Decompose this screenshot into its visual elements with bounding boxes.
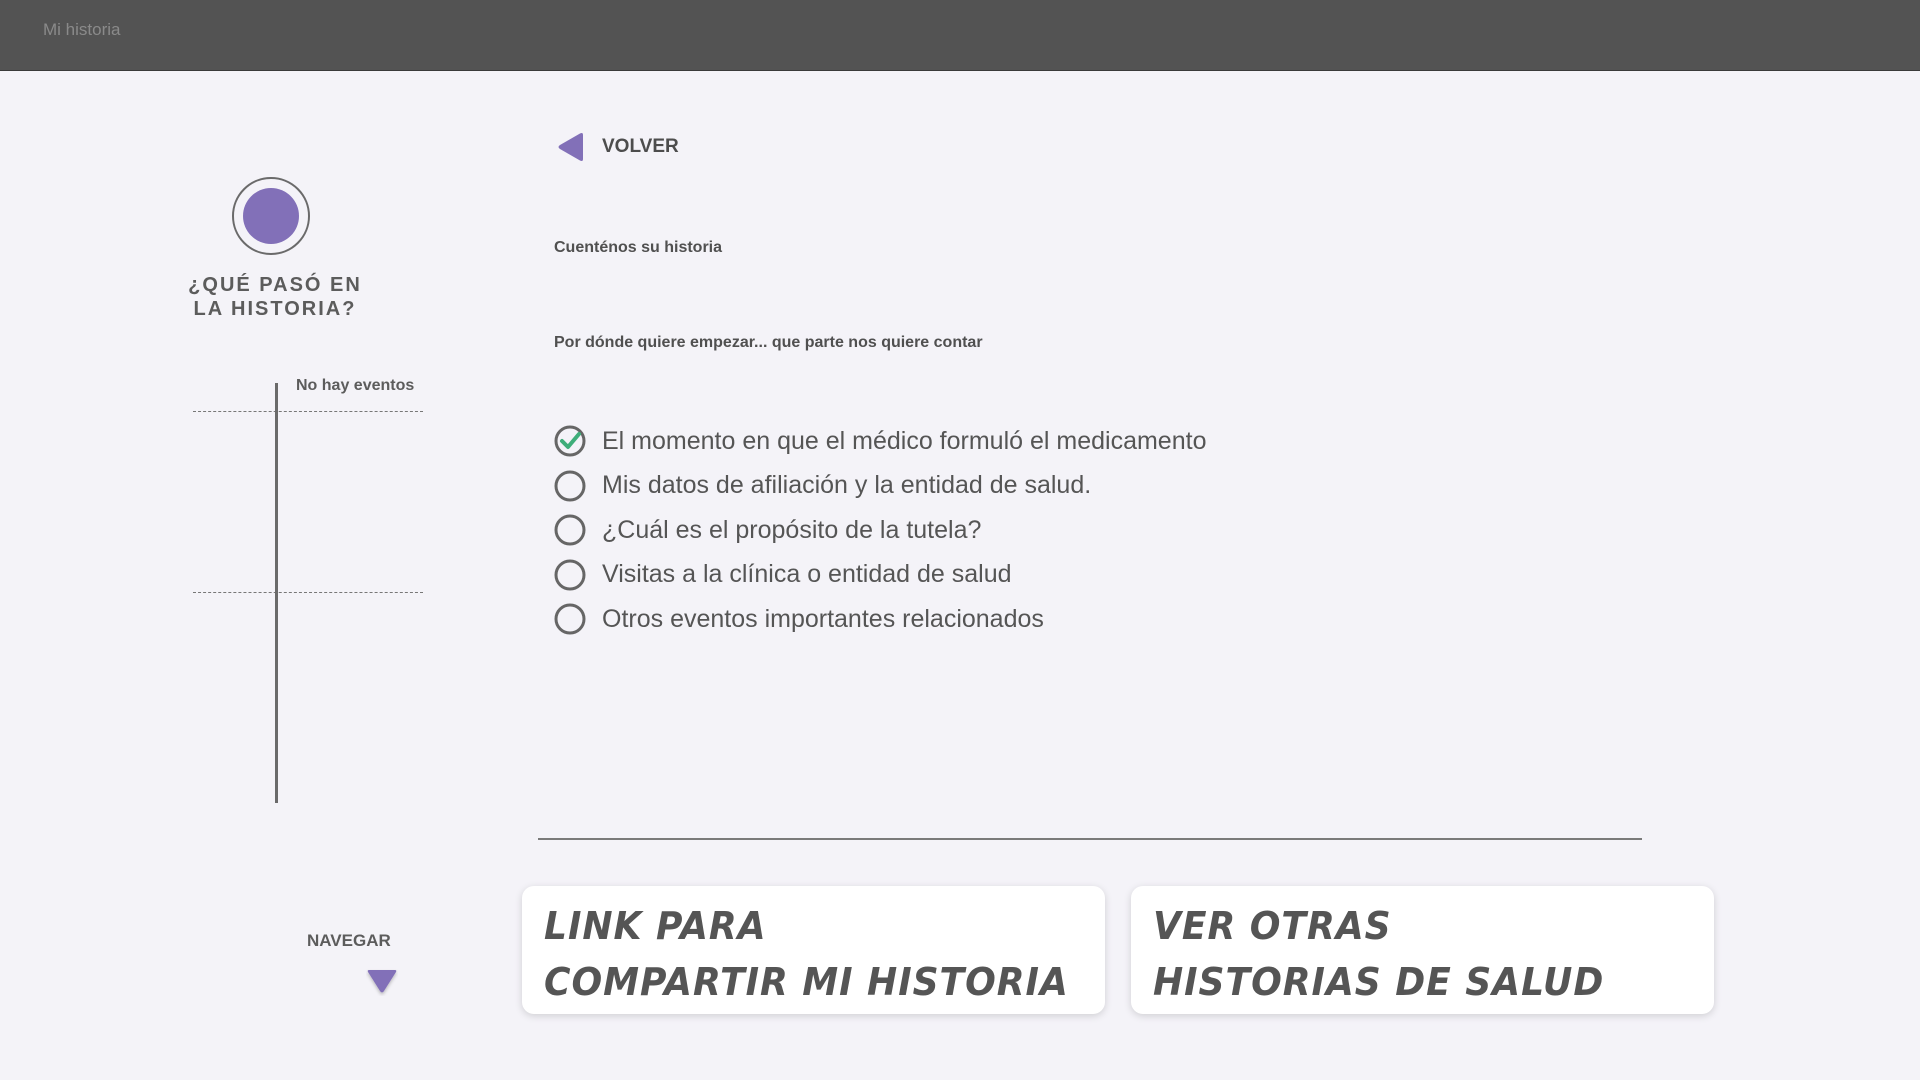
app-title: Mi historia — [43, 20, 121, 39]
radio-empty-icon[interactable] — [554, 514, 586, 546]
option-item[interactable]: Visitas a la clínica o entidad de salud — [554, 557, 1206, 593]
option-item[interactable]: El momento en que el médico formuló el m… — [554, 423, 1206, 459]
others-card-line1: VER OTRAS — [1153, 904, 1392, 948]
radio-empty-icon[interactable] — [554, 559, 586, 591]
top-bar: Mi historia — [0, 0, 1920, 71]
option-label: El momento en que el médico formuló el m… — [602, 426, 1207, 455]
radio-checked-icon[interactable] — [554, 425, 586, 457]
prompt-title: Cuenténos su historia — [554, 239, 723, 256]
others-card-line2: HISTORIAS DE SALUD — [1153, 960, 1605, 1004]
timeline-divider-top — [193, 411, 423, 412]
option-label: Mis datos de afiliación y la entidad de … — [602, 471, 1092, 499]
option-label: ¿Cuál es el propósito de la tutela? — [602, 515, 982, 544]
options-list: El momento en que el médico formuló el m… — [554, 423, 1206, 646]
triangle-left-icon — [558, 133, 583, 161]
radio-empty-icon[interactable] — [554, 470, 586, 502]
option-item[interactable]: Mis datos de afiliación y la entidad de … — [554, 468, 1206, 504]
option-item[interactable]: Otros eventos importantes relacionados — [554, 601, 1206, 637]
timeline-empty-label: No hay eventos — [296, 377, 415, 394]
other-stories-card[interactable]: VER OTRAS HISTORIAS DE SALUD — [1131, 886, 1714, 1014]
share-card-line1: LINK PARA — [544, 904, 767, 948]
option-item[interactable]: ¿Cuál es el propósito de la tutela? — [554, 512, 1206, 548]
option-label: Otros eventos importantes relacionados — [602, 604, 1044, 633]
prompt-subtitle: Por dónde quiere empezar... que parte no… — [554, 334, 983, 351]
radio-empty-icon[interactable] — [554, 603, 586, 635]
navigate-label: NAVEGAR — [307, 931, 391, 950]
triangle-down-icon[interactable] — [366, 966, 398, 996]
share-story-card[interactable]: LINK PARA COMPARTIR MI HISTORIA — [522, 886, 1105, 1014]
share-card-line2: COMPARTIR MI HISTORIA — [544, 960, 1069, 1004]
sidebar-title: ¿QUÉ PASÓ EN LA HISTORIA? — [188, 274, 362, 320]
section-divider — [538, 838, 1642, 840]
back-label: VOLVER — [602, 136, 679, 157]
timeline-divider-bottom — [193, 592, 423, 593]
avatar — [232, 177, 310, 255]
back-button[interactable]: VOLVER — [556, 130, 679, 164]
option-label: Visitas a la clínica o entidad de salud — [602, 560, 1012, 588]
avatar-dot — [243, 188, 299, 244]
timeline-axis — [275, 383, 278, 803]
